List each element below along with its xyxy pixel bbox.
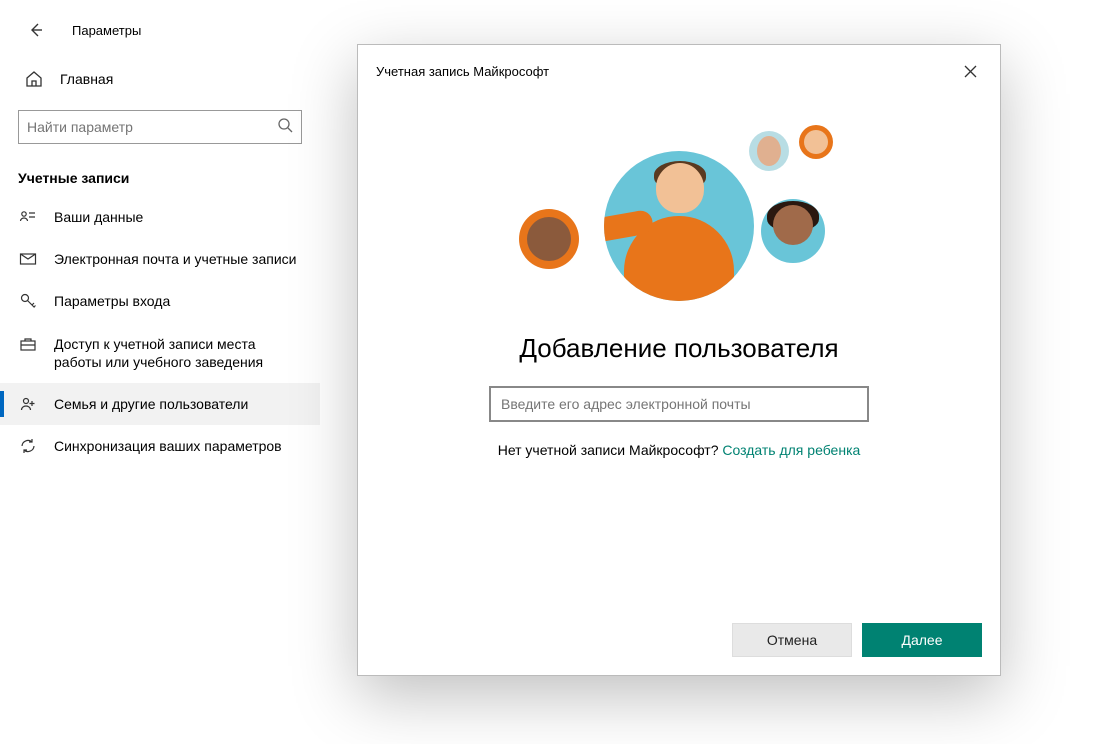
- dialog-overlay: Учетная запись Майкрософт: [0, 0, 1100, 744]
- dialog-heading: Добавление пользователя: [519, 333, 838, 364]
- email-input[interactable]: [489, 386, 869, 422]
- cancel-button[interactable]: Отмена: [732, 623, 852, 657]
- dialog-title: Учетная запись Майкрософт: [376, 64, 549, 79]
- no-account-prompt: Нет учетной записи Майкрософт? Создать д…: [498, 442, 861, 458]
- dialog-illustration: [529, 121, 829, 311]
- create-for-child-link[interactable]: Создать для ребенка: [722, 442, 860, 458]
- dialog-close-button[interactable]: [958, 59, 982, 83]
- microsoft-account-dialog: Учетная запись Майкрософт: [357, 44, 1001, 676]
- close-icon: [964, 65, 977, 78]
- next-button[interactable]: Далее: [862, 623, 982, 657]
